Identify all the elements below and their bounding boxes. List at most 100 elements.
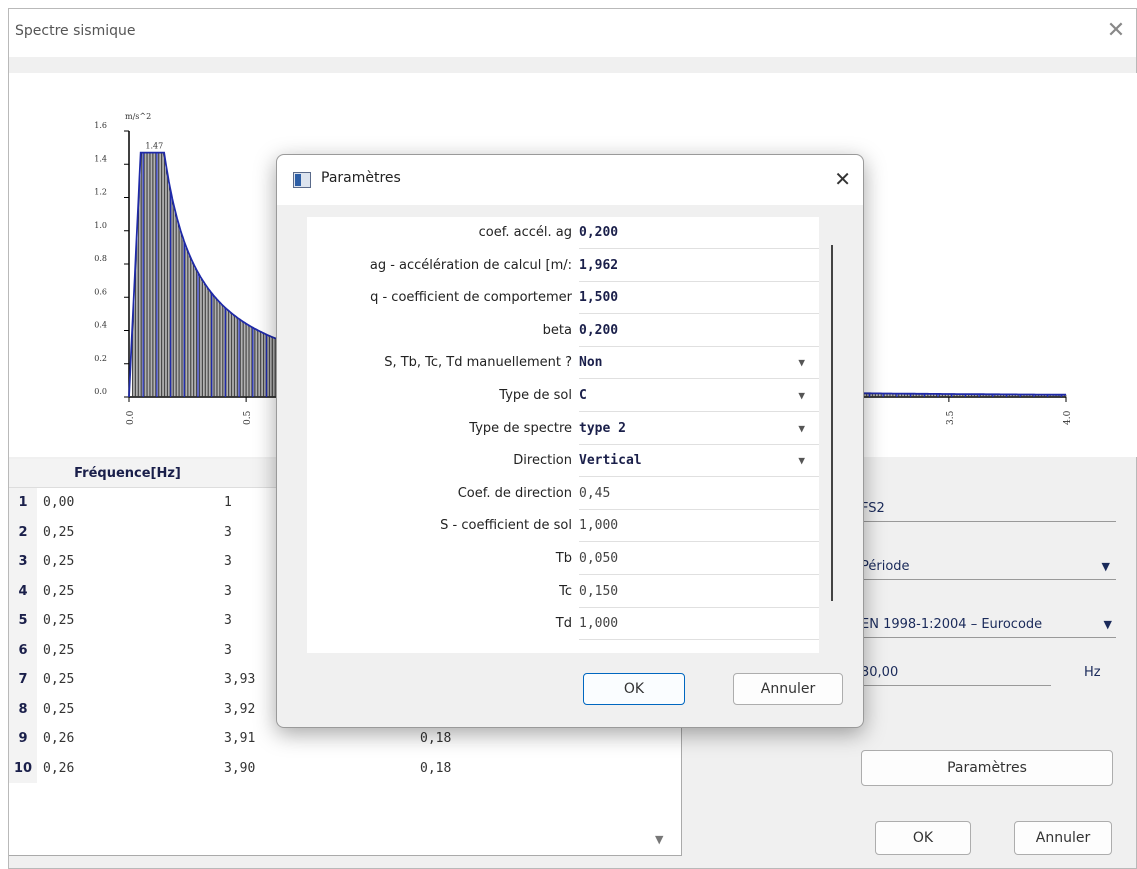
frequency-unit: Hz — [1084, 665, 1101, 680]
frequency-cell[interactable]: 0,25 — [37, 636, 218, 666]
chevron-down-icon: ▼ — [1103, 618, 1112, 631]
property-row[interactable]: Tb 0,050 — [307, 543, 819, 575]
property-value[interactable]: Vertical ▼ — [579, 445, 819, 478]
table-row[interactable]: 9 0,26 3,91 0,18 — [9, 724, 610, 754]
chevron-down-icon[interactable]: ▼ — [798, 413, 805, 444]
frequency-cell[interactable]: 0,25 — [37, 547, 218, 577]
row-number[interactable]: 3 — [9, 547, 37, 577]
peak-label: 1.47 — [145, 142, 163, 151]
code-select[interactable]: EN 1998-1:2004 – Eurocode ▼ — [861, 613, 1116, 638]
dialog-close-icon[interactable]: ✕ — [834, 167, 851, 191]
property-row[interactable]: coef. accél. ag 0,200 — [307, 217, 819, 249]
window-close-icon[interactable]: ✕ — [1102, 17, 1130, 45]
chevron-down-icon[interactable]: ▼ — [798, 347, 805, 378]
frequency-cell[interactable]: 0,25 — [37, 518, 218, 548]
row-number[interactable]: 7 — [9, 665, 37, 695]
property-row[interactable]: S - coefficient de sol 1,000 — [307, 510, 819, 543]
value-cell[interactable]: 3,91 — [218, 724, 414, 754]
y-tick-label: 1.4 — [94, 154, 107, 163]
property-value[interactable]: 0,050 — [579, 543, 819, 575]
scroll-down-icon[interactable]: ▼ — [655, 833, 663, 846]
row-number[interactable]: 10 — [9, 753, 37, 783]
row-number[interactable]: 4 — [9, 576, 37, 606]
property-label: Td — [555, 616, 572, 632]
parameters-dialog: Paramètres ✕ coef. accél. ag 0,200 ag - ac… — [276, 154, 864, 728]
property-value-text: Non — [579, 355, 603, 371]
property-value[interactable]: Non ▼ — [579, 347, 819, 380]
property-value[interactable]: 0,45 — [579, 478, 819, 510]
property-value[interactable]: type 2 ▼ — [579, 413, 819, 445]
property-row[interactable]: Td 1,000 — [307, 608, 819, 641]
frequency-cell[interactable]: 0,25 — [37, 695, 218, 725]
dialog-ok-button[interactable]: OK — [583, 673, 685, 705]
property-value[interactable]: 0,200 — [579, 217, 819, 249]
row-number[interactable]: 2 — [9, 517, 37, 547]
mode-select[interactable]: Période ▼ — [861, 555, 1116, 580]
x-tick-label: 4.0 — [1063, 410, 1073, 425]
property-value-text: 1,500 — [579, 290, 619, 306]
property-label: coef. accél. ag — [478, 225, 572, 240]
property-row[interactable]: ag - accélération de calcul [m/: 1,962 — [307, 250, 819, 282]
y-tick-label: 0.6 — [94, 287, 107, 296]
dialog-window-icon — [293, 172, 311, 188]
property-label: S, Tb, Tc, Td manuellement ? — [384, 355, 572, 371]
property-label: Direction — [513, 453, 572, 469]
property-value-text: 1,000 — [579, 518, 619, 534]
table-row[interactable]: 10 0,26 3,90 0,18 — [9, 753, 610, 784]
property-label: Tb — [555, 551, 572, 566]
property-value-text: 0,45 — [579, 485, 611, 501]
row-number[interactable]: 8 — [9, 694, 37, 724]
property-row[interactable]: Direction Vertical ▼ — [307, 445, 819, 478]
property-row[interactable]: q - coefficient de comportemer 1,500 — [307, 282, 819, 315]
property-value-text: 0,050 — [579, 551, 619, 566]
frequency-cell[interactable]: 0,26 — [37, 754, 218, 784]
row-number[interactable]: 5 — [9, 606, 37, 636]
property-value[interactable]: 1,500 — [579, 282, 819, 315]
y-tick-label: 0.0 — [94, 387, 107, 396]
property-value-text: 0,150 — [579, 583, 619, 599]
value-cell[interactable]: 3,90 — [218, 754, 414, 784]
property-value[interactable]: 1,000 — [579, 608, 819, 641]
value2-cell[interactable]: 0,18 — [414, 754, 610, 784]
property-row[interactable]: S, Tb, Tc, Td manuellement ? Non ▼ — [307, 347, 819, 380]
frequency-cell[interactable]: 0,25 — [37, 665, 218, 695]
frequency-cell[interactable]: 0,25 — [37, 577, 218, 607]
property-value[interactable]: 0,150 — [579, 576, 819, 608]
row-number[interactable]: 6 — [9, 635, 37, 665]
ok-button[interactable]: OK — [875, 821, 971, 855]
property-value[interactable]: C ▼ — [579, 380, 819, 412]
name-field[interactable]: FS2 — [861, 497, 1116, 522]
window-title: Spectre sismique — [15, 23, 136, 39]
property-value-text: 0,200 — [579, 225, 619, 240]
frequency-cell[interactable]: 0,25 — [37, 606, 218, 636]
property-value-text: C — [579, 388, 587, 403]
row-number[interactable]: 1 — [9, 487, 37, 518]
property-row[interactable]: Type de spectre type 2 ▼ — [307, 413, 819, 445]
cancel-button[interactable]: Annuler — [1014, 821, 1112, 855]
y-tick-label: 0.2 — [94, 354, 107, 363]
property-row[interactable]: Type de sol C ▼ — [307, 380, 819, 412]
frequency-cell[interactable]: 0,00 — [37, 488, 218, 518]
header-frequency[interactable]: Fréquence[Hz] — [37, 459, 218, 488]
dialog-cancel-button[interactable]: Annuler — [733, 673, 843, 705]
property-value-text: 1,962 — [579, 257, 619, 273]
property-row[interactable]: Coef. de direction 0,45 — [307, 478, 819, 510]
parameters-button[interactable]: Paramètres — [861, 750, 1113, 786]
property-label: S - coefficient de sol — [440, 518, 572, 534]
chevron-down-icon[interactable]: ▼ — [798, 380, 805, 411]
property-value[interactable]: 0,200 — [579, 315, 819, 347]
property-value-text: type 2 — [579, 420, 626, 436]
property-value[interactable]: 1,962 — [579, 250, 819, 282]
value2-cell[interactable]: 0,18 — [414, 724, 610, 754]
chevron-down-icon[interactable]: ▼ — [798, 445, 805, 476]
property-value[interactable]: 1,000 — [579, 510, 819, 543]
row-number[interactable]: 9 — [9, 724, 37, 754]
property-label: q - coefficient de comportemer — [370, 290, 572, 306]
property-row[interactable]: Tc 0,150 — [307, 576, 819, 608]
dialog-titlebar: Paramètres ✕ — [277, 155, 863, 205]
property-row[interactable]: beta 0,200 — [307, 315, 819, 347]
property-label: Coef. de direction — [457, 485, 572, 501]
frequency-field[interactable]: 30,00 — [861, 661, 1051, 686]
property-scrollbar[interactable] — [831, 245, 833, 601]
frequency-cell[interactable]: 0,26 — [37, 724, 218, 754]
